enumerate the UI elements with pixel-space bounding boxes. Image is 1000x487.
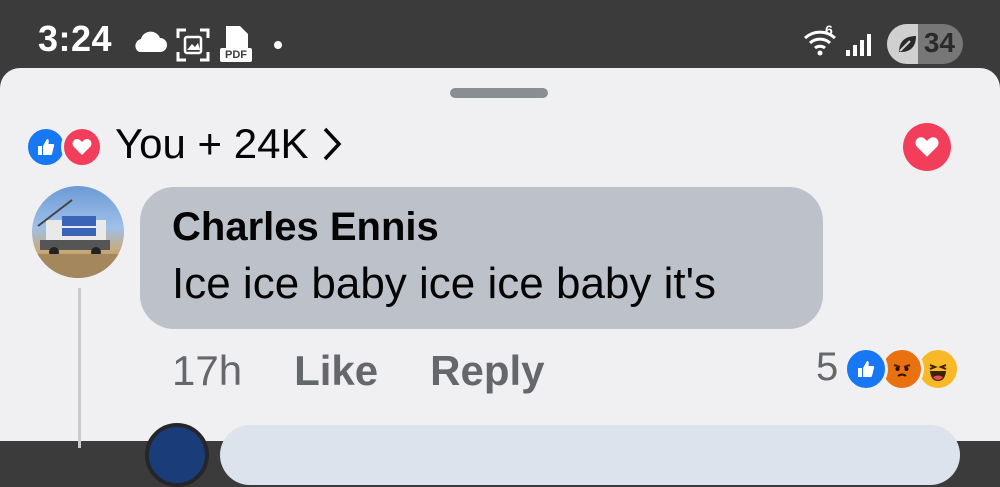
notification-dot-icon: [274, 41, 282, 49]
pdf-label: PDF: [225, 49, 247, 61]
comment-reaction-icons: [844, 345, 974, 391]
comment-reactions[interactable]: 5: [816, 342, 974, 392]
comment-author[interactable]: Charles Ennis: [172, 205, 439, 250]
cloud-icon: [130, 30, 168, 59]
battery-level: 34: [923, 27, 955, 58]
like-reaction-icon: [844, 347, 889, 391]
comment-actions: 17h Like Reply: [172, 346, 545, 396]
wifi-6-label: 6: [825, 22, 833, 38]
like-button[interactable]: Like: [294, 347, 378, 395]
avatar-image: [32, 199, 124, 278]
reaction-icons-group: [25, 122, 109, 168]
battery-saver-icon: [895, 32, 919, 61]
next-comment-bubble[interactable]: [220, 425, 960, 485]
love-react-button[interactable]: [903, 123, 951, 171]
comment-reaction-count: 5: [816, 344, 839, 389]
next-comment-avatar[interactable]: [145, 423, 209, 487]
reactions-summary-text: You + 24K: [115, 120, 309, 167]
thread-line: [78, 288, 81, 448]
battery-indicator: 34: [887, 24, 963, 64]
heart-icon: [915, 137, 939, 157]
pdf-icon: [220, 24, 252, 69]
reactions-summary[interactable]: You + 24K: [25, 118, 342, 170]
drag-handle[interactable]: [450, 88, 548, 98]
love-reaction-icon: [61, 126, 103, 168]
screenshot-icon: [176, 28, 210, 67]
reply-button[interactable]: Reply: [430, 347, 544, 395]
comment-time[interactable]: 17h: [172, 347, 242, 395]
status-bar: 3:24 PDF 6 34: [0, 0, 1000, 70]
comment-bubble[interactable]: Charles Ennis Ice ice baby ice ice baby …: [140, 187, 823, 329]
reactions-sheet: You + 24K Charles Ennis Ice ice baby ice…: [0, 68, 1000, 487]
avatar[interactable]: [32, 186, 124, 278]
signal-icon: [846, 30, 876, 61]
comment-text: Ice ice baby ice ice baby it's: [172, 259, 717, 308]
chevron-right-icon: [322, 126, 342, 167]
status-time: 3:24: [38, 18, 113, 59]
